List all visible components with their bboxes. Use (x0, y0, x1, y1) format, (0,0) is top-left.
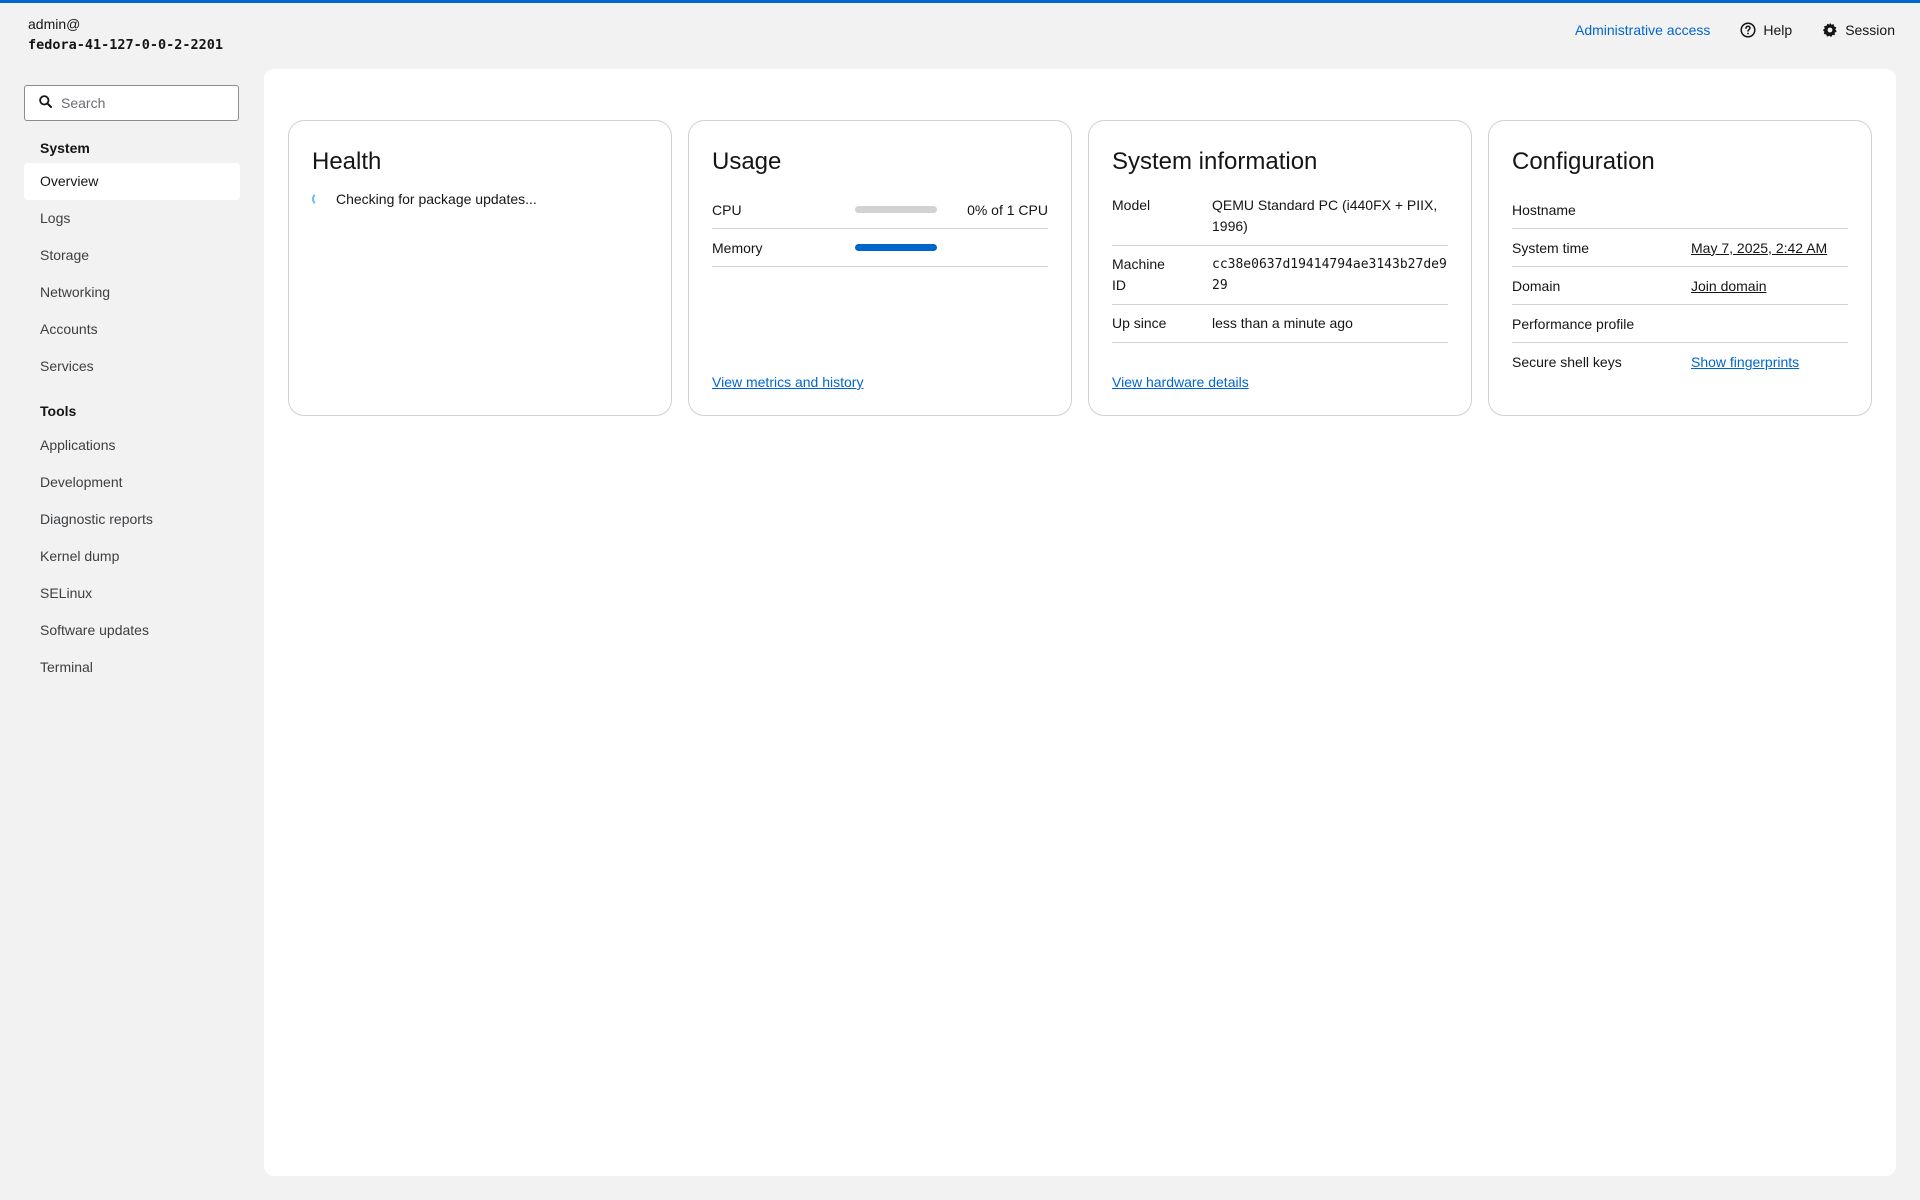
sidebar-item-accounts[interactable]: Accounts (24, 311, 240, 348)
sysinfo-row-model: Model QEMU Standard PC (i440FX + PIIX, 1… (1112, 191, 1448, 246)
health-title: Health (312, 148, 382, 175)
sidebar-item-kernel-dump[interactable]: Kernel dump (24, 538, 240, 575)
health-status: Checking for package updates... (312, 191, 648, 207)
system-time-link[interactable]: May 7, 2025, 2:42 AM (1691, 240, 1827, 256)
sidebar-item-selinux[interactable]: SELinux (24, 575, 240, 612)
nav-group-system-title: System (40, 140, 90, 156)
host-user: admin@ (28, 16, 81, 32)
system-time-label: System time (1512, 239, 1590, 256)
top-actions: Administrative access Help Session (1575, 22, 1895, 38)
usage-rows: CPU 0% of 1 CPU Memory (712, 191, 1048, 267)
gear-icon (1822, 22, 1838, 38)
view-metrics-link[interactable]: View metrics and history (712, 374, 863, 390)
search-box[interactable] (24, 85, 239, 121)
sidebar-item-diagnostic-reports[interactable]: Diagnostic reports (24, 501, 240, 538)
config-row-ssh-keys: Secure shell keys Show fingerprints (1512, 343, 1848, 381)
host-switcher[interactable]: admin@ fedora-41-127-0-0-2-2201 (28, 14, 223, 56)
sysinfo-rows: Model QEMU Standard PC (i440FX + PIIX, 1… (1112, 191, 1448, 343)
machine-id-value: cc38e0637d19414794ae3143b27de929 (1212, 257, 1447, 293)
main-content: Health Checking for package updates... U… (264, 69, 1896, 1176)
config-row-system-time: System time May 7, 2025, 2:42 AM (1512, 229, 1848, 267)
help-icon (1740, 22, 1756, 38)
health-status-text: Checking for package updates... (336, 191, 537, 207)
up-since-value: less than a minute ago (1212, 315, 1353, 331)
session-label: Session (1845, 22, 1895, 38)
sidebar-item-development[interactable]: Development (24, 464, 240, 501)
session-menu[interactable]: Session (1822, 22, 1895, 38)
sidebar-nav: System Overview Logs Storage Networking … (24, 137, 240, 686)
up-since-label: Up since (1112, 315, 1167, 331)
cpu-label: CPU (712, 201, 742, 218)
usage-row-memory: Memory (712, 229, 1048, 267)
memory-progress-bar (855, 244, 937, 251)
sidebar-item-applications[interactable]: Applications (24, 427, 240, 464)
model-label: Model (1112, 197, 1151, 213)
show-fingerprints-link[interactable]: Show fingerprints (1691, 354, 1799, 370)
domain-label: Domain (1512, 277, 1561, 294)
top-accent-bar (0, 0, 1920, 3)
config-row-domain: Domain Join domain (1512, 267, 1848, 305)
system-information-card: System information Model QEMU Standard P… (1088, 120, 1472, 416)
sidebar-item-services[interactable]: Services (24, 348, 240, 385)
nav-group-tools-title: Tools (40, 403, 77, 419)
usage-title: Usage (712, 148, 782, 175)
health-card: Health Checking for package updates... (288, 120, 672, 416)
performance-profile-label: Performance profile (1512, 315, 1635, 332)
search-icon (39, 95, 52, 111)
usage-row-cpu: CPU 0% of 1 CPU (712, 191, 1048, 229)
spinner-icon (312, 192, 326, 206)
sidebar-item-overview[interactable]: Overview (24, 163, 240, 200)
view-hardware-details-link[interactable]: View hardware details (1112, 374, 1249, 390)
sidebar-item-terminal[interactable]: Terminal (24, 649, 240, 686)
join-domain-link[interactable]: Join domain (1691, 278, 1767, 294)
memory-label: Memory (712, 239, 763, 256)
memory-progress-fill (855, 244, 937, 251)
help-menu[interactable]: Help (1740, 22, 1792, 38)
sysinfo-row-up-since: Up since less than a minute ago (1112, 305, 1448, 343)
config-row-performance-profile: Performance profile (1512, 305, 1848, 343)
config-rows: Hostname System time May 7, 2025, 2:42 A… (1512, 191, 1848, 381)
sidebar-item-logs[interactable]: Logs (24, 200, 240, 237)
sysinfo-row-machine-id: Machine ID cc38e0637d19414794ae3143b27de… (1112, 246, 1448, 305)
config-title: Configuration (1512, 148, 1655, 175)
sidebar-item-storage[interactable]: Storage (24, 237, 240, 274)
usage-card: Usage CPU 0% of 1 CPU Memory View metric… (688, 120, 1072, 416)
help-label: Help (1763, 22, 1793, 38)
sidebar-item-networking[interactable]: Networking (24, 274, 240, 311)
hostname-label: Hostname (1512, 201, 1576, 218)
cpu-progress-bar (855, 206, 937, 213)
config-row-hostname: Hostname (1512, 191, 1848, 229)
ssh-keys-label: Secure shell keys (1512, 354, 1622, 370)
configuration-card: Configuration Hostname System time May 7… (1488, 120, 1872, 416)
cpu-value: 0% of 1 CPU (967, 201, 1048, 218)
machine-id-label: Machine ID (1112, 256, 1165, 293)
administrative-access-button[interactable]: Administrative access (1575, 22, 1710, 38)
model-value: QEMU Standard PC (i440FX + PIIX, 1996) (1212, 197, 1438, 234)
sidebar-item-software-updates[interactable]: Software updates (24, 612, 240, 649)
sysinfo-title: System information (1112, 148, 1318, 175)
search-input[interactable] (61, 95, 221, 111)
host-name: fedora-41-127-0-0-2-2201 (28, 37, 224, 53)
